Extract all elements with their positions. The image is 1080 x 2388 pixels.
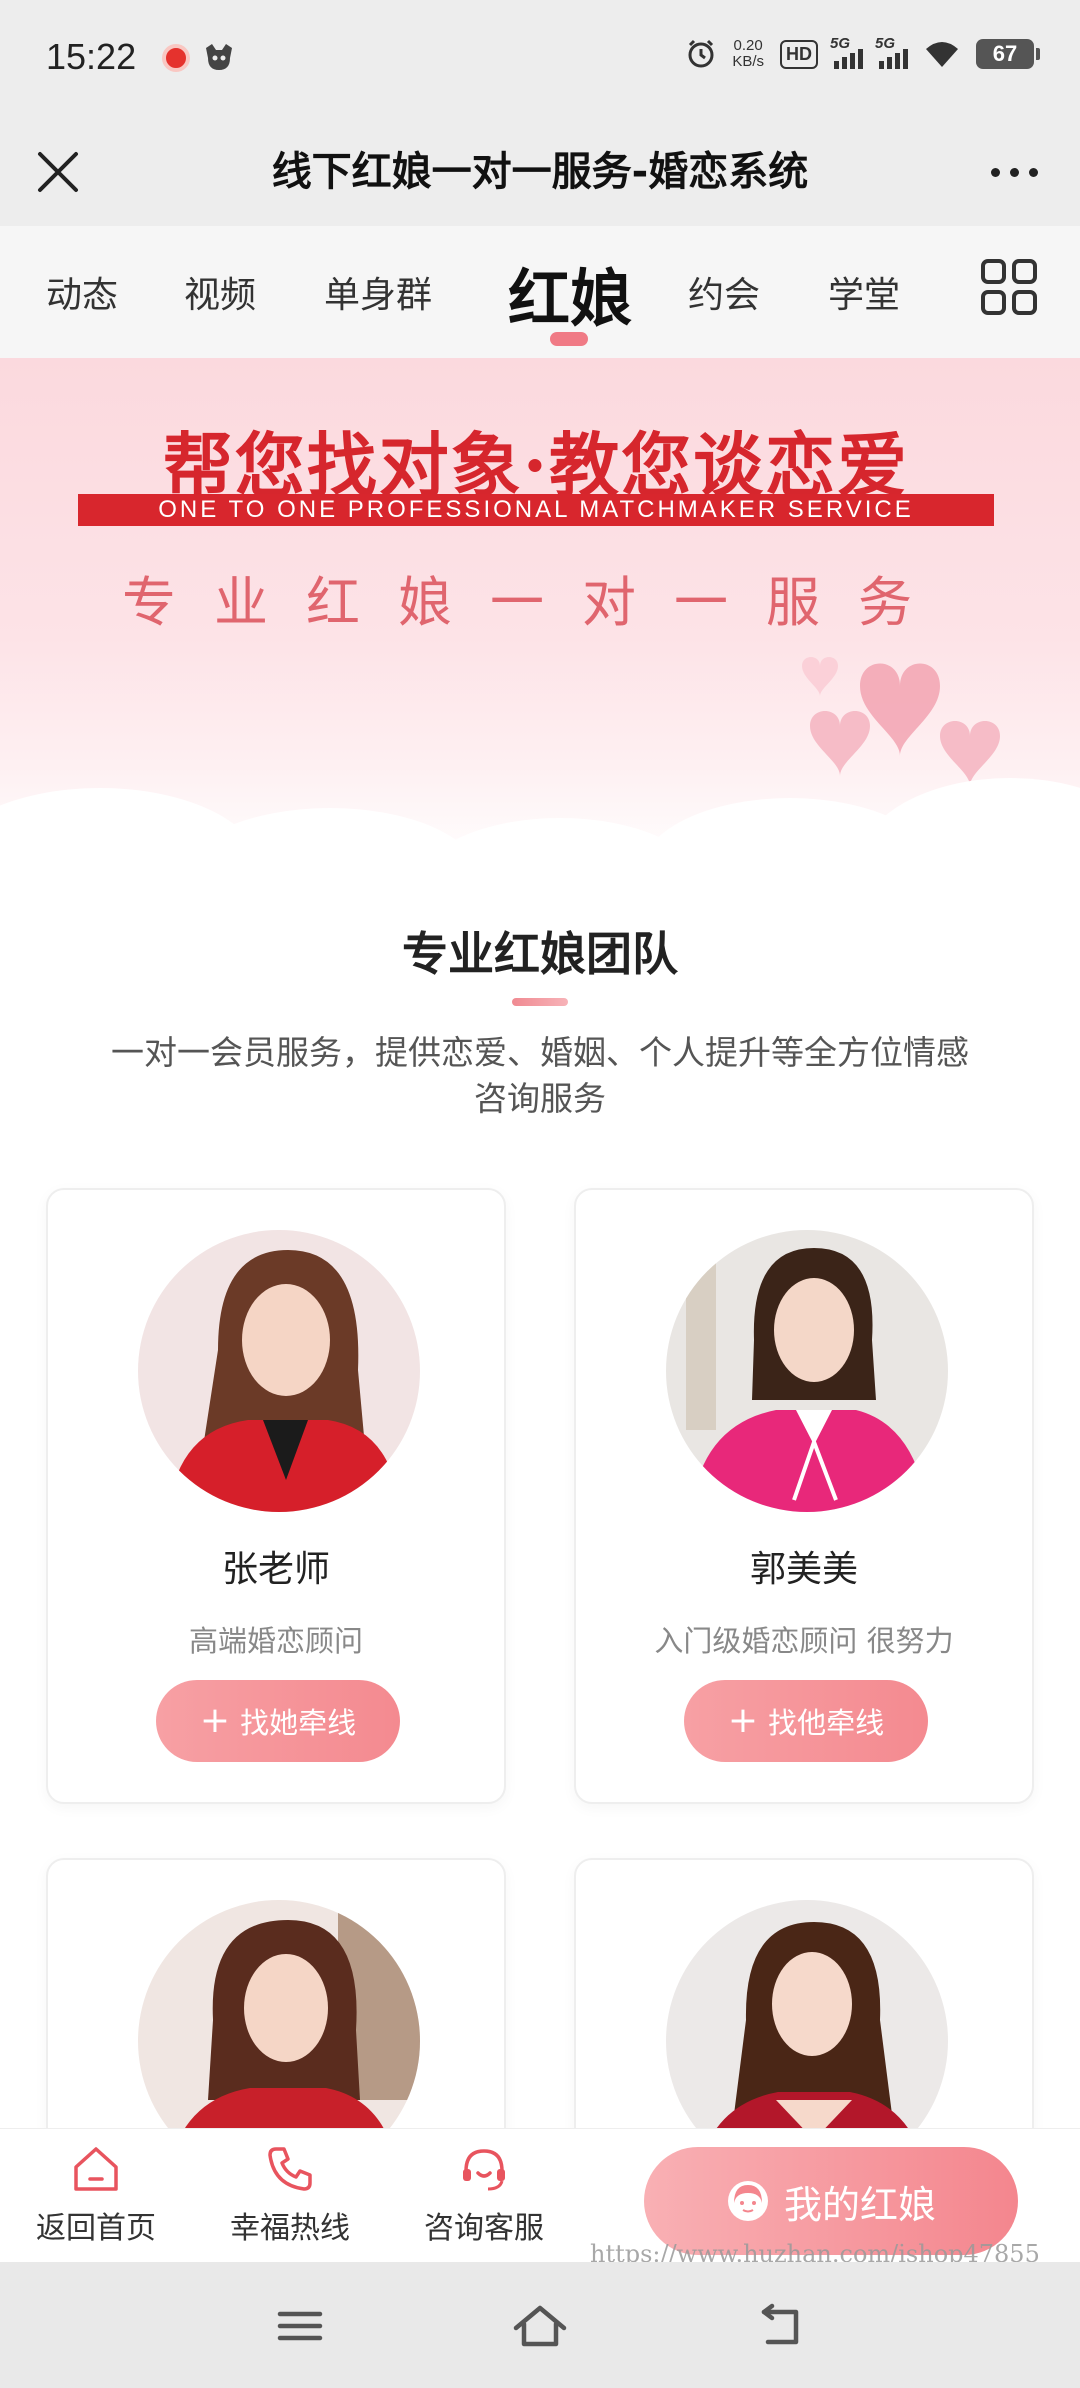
matchmaker-name: 张老师 — [221, 1549, 330, 1590]
nav-hotline[interactable]: 幸福热线 — [210, 2143, 370, 2247]
close-icon[interactable] — [30, 144, 86, 200]
status-indicators: 0.20 KB/s HD 5G 5G 67 — [686, 35, 1040, 70]
battery-icon: 67 — [976, 39, 1040, 69]
more-dot-icon — [1009, 167, 1019, 177]
find-matchmaker-label: 找她牵线 — [240, 1706, 357, 1740]
tab-xuetang[interactable]: 学堂 — [828, 266, 900, 318]
matchmaker-avatar — [138, 1230, 420, 1512]
find-matchmaker-button[interactable]: + 找他牵线 — [684, 1680, 928, 1762]
matchmaker-role: 入门级婚恋顾问 很努力 — [654, 1624, 954, 1658]
tab-dongtai[interactable]: 动态 — [46, 266, 118, 318]
hd-voice-icon: HD — [780, 39, 818, 69]
matchmaker-name: 郭美美 — [749, 1549, 858, 1590]
more-options-button[interactable] — [984, 154, 1044, 190]
section-title: 专业红娘团队 — [402, 927, 678, 981]
my-matchmaker-label: 我的红娘 — [783, 2182, 936, 2227]
my-matchmaker-button[interactable]: 我的红娘 — [644, 2147, 1018, 2255]
plus-icon: + — [199, 1700, 231, 1741]
nav-home[interactable]: 返回首页 — [16, 2143, 176, 2247]
alarm-icon — [688, 39, 714, 68]
nav-home-label: 返回首页 — [36, 2211, 156, 2246]
system-navigation-bar — [0, 2262, 1080, 2388]
back-icon[interactable] — [750, 2298, 810, 2354]
app-notification-icon — [162, 44, 190, 72]
nav-service-label: 咨询客服 — [424, 2211, 544, 2246]
category-tabs: 动态 视频 单身群 红娘 约会 学堂 — [0, 226, 1080, 358]
nav-hotline-label: 幸福热线 — [230, 2211, 350, 2246]
promo-banner[interactable]: 帮您找对象·教您谈恋爱 ONE TO ONE PROFESSIONAL MATC… — [0, 358, 1080, 868]
matchmaker-avatar — [666, 1230, 948, 1512]
status-bar: 15:22 0.20 KB/s HD 5G 5G 67 — [0, 0, 1080, 118]
active-tab-indicator — [550, 332, 588, 346]
menu-icon[interactable] — [270, 2298, 330, 2354]
title-bar: 线下红娘一对一服务-婚恋系统 — [0, 118, 1080, 226]
section-description: 一对一会员服务，提供恋爱、婚姻、个人提升等全方位情感咨询服务 — [111, 1033, 969, 1118]
matchmaker-card[interactable]: 郭美美 入门级婚恋顾问 很努力 + 找他牵线 — [574, 1188, 1034, 1804]
banner-english-strip: ONE TO ONE PROFESSIONAL MATCHMAKER SERVI… — [78, 494, 994, 526]
find-matchmaker-button[interactable]: + 找她牵线 — [156, 1680, 400, 1762]
find-matchmaker-label: 找他牵线 — [768, 1706, 885, 1740]
tab-shipin[interactable]: 视频 — [184, 266, 256, 318]
wifi-icon — [926, 42, 958, 67]
matchmaker-card[interactable]: 张老师 高端婚恋顾问 + 找她牵线 — [46, 1188, 506, 1804]
plus-icon: + — [727, 1700, 759, 1741]
all-categories-grid-icon[interactable] — [980, 258, 1038, 316]
network-speed: 0.20 KB/s — [732, 37, 764, 70]
nav-customer-service[interactable]: 咨询客服 — [404, 2143, 564, 2247]
more-dot-icon — [990, 167, 1000, 177]
status-time: 15:22 — [46, 36, 137, 77]
matchmaker-avatar-icon — [727, 2181, 768, 2221]
signal-sim2-icon: 5G — [875, 35, 908, 69]
page-title: 线下红娘一对一服务-婚恋系统 — [271, 149, 809, 195]
app-badge-icon — [206, 44, 232, 70]
tab-danshenqun[interactable]: 单身群 — [324, 266, 432, 318]
phone-icon — [268, 2147, 312, 2191]
tab-yuehui[interactable]: 约会 — [688, 266, 760, 318]
tab-hongniang[interactable]: 红娘 — [508, 248, 632, 338]
more-dot-icon — [1028, 167, 1038, 177]
signal-sim1-icon: 5G — [830, 35, 863, 69]
headset-icon — [463, 2149, 505, 2191]
home-icon — [74, 2147, 118, 2191]
matchmaker-role: 高端婚恋顾问 — [188, 1624, 363, 1658]
home-system-icon[interactable] — [510, 2298, 570, 2354]
section-title-underline — [512, 998, 568, 1006]
